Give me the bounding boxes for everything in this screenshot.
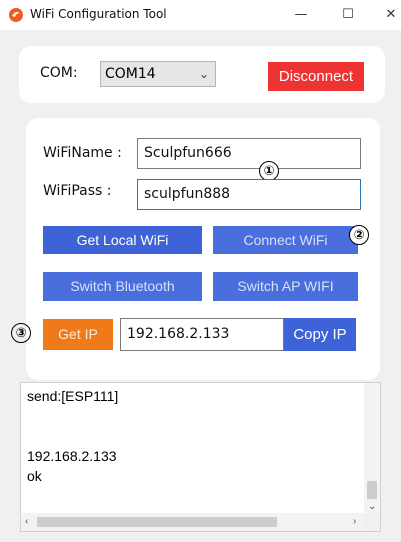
step-marker-one: ①	[259, 161, 279, 181]
get-ip-button[interactable]: Get IP	[43, 319, 113, 350]
maximize-button[interactable]: ☐	[337, 4, 359, 26]
chevron-down-icon: ⌄	[198, 67, 209, 81]
close-button[interactable]: ✕	[380, 4, 401, 26]
scroll-down-icon[interactable]: ⌄	[368, 501, 376, 512]
disconnect-button[interactable]: Disconnect	[268, 62, 364, 91]
scroll-right-icon[interactable]: ›	[353, 516, 356, 527]
app-logo-icon	[9, 8, 23, 22]
wifi-pass-label: WiFiPass :	[43, 183, 112, 199]
wifi-pass-field[interactable]: sculpfun888	[137, 179, 361, 210]
ip-address-field[interactable]: 192.168.2.133	[120, 318, 284, 351]
scroll-left-icon[interactable]: ‹	[25, 516, 28, 527]
copy-ip-button[interactable]: Copy IP	[284, 318, 356, 351]
log-line: send:[ESP111]	[27, 388, 119, 404]
scrollbar-corner	[364, 513, 380, 531]
step-marker-two: ②	[349, 225, 369, 245]
switch-bluetooth-button[interactable]: Switch Bluetooth	[43, 272, 202, 301]
title-bar: WiFi Configuration Tool — ☐ ✕	[0, 0, 401, 30]
vertical-scroll-thumb[interactable]	[367, 481, 377, 499]
get-local-wifi-button[interactable]: Get Local WiFi	[43, 226, 202, 254]
horizontal-scrollbar[interactable]: ‹ ›	[21, 513, 366, 531]
log-output[interactable]: send:[ESP111] 192.168.2.133 ok ⌄ ‹ ›	[20, 382, 381, 532]
switch-ap-wifi-button[interactable]: Switch AP WIFI	[213, 272, 358, 301]
window-title: WiFi Configuration Tool	[30, 7, 167, 21]
com-port-select[interactable]: COM14 ⌄	[100, 61, 216, 87]
log-line: ok	[27, 468, 42, 484]
wifi-name-field[interactable]: Sculpfun666	[137, 138, 361, 169]
horizontal-scroll-thumb[interactable]	[37, 517, 277, 527]
com-label: COM:	[40, 65, 78, 81]
com-port-value: COM14	[105, 66, 156, 82]
step-marker-three: ③	[11, 323, 31, 343]
log-line: 192.168.2.133	[27, 448, 117, 464]
minimize-button[interactable]: —	[290, 4, 312, 26]
wifi-name-label: WiFiName :	[43, 145, 122, 161]
connect-wifi-button[interactable]: Connect WiFi	[213, 226, 358, 254]
vertical-scrollbar[interactable]: ⌄	[364, 383, 380, 513]
